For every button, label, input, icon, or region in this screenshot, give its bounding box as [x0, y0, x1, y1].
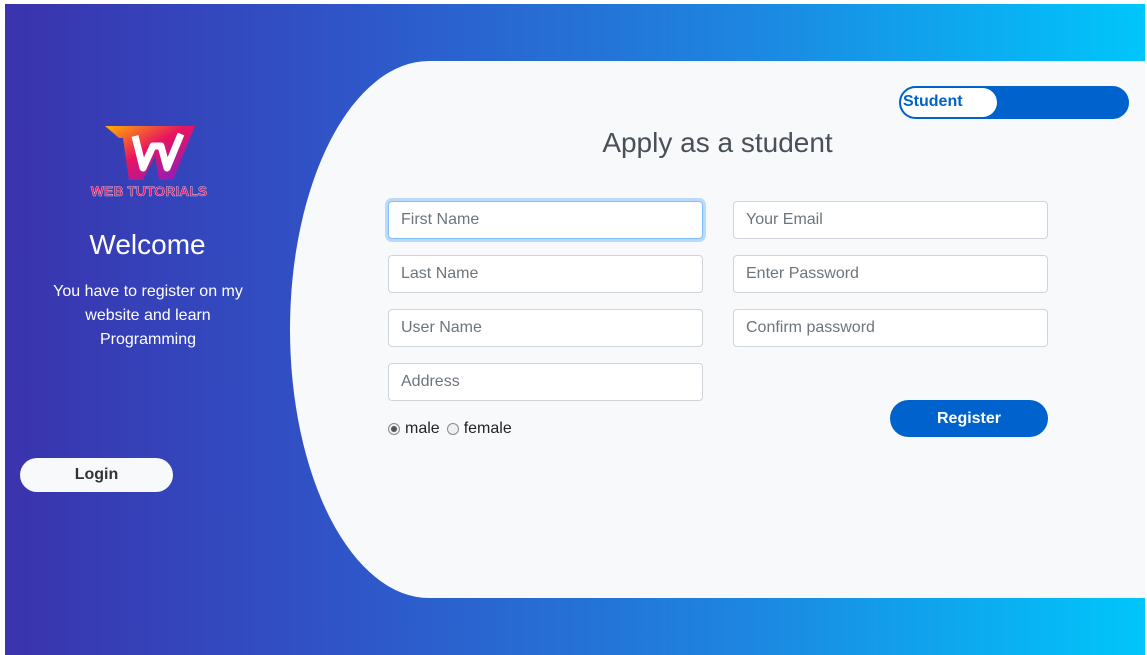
password-input[interactable]	[733, 255, 1048, 293]
gender-radio-group: male female	[388, 420, 519, 438]
last-name-input[interactable]	[388, 255, 703, 293]
page-background: WEB TUTORIALS Welcome You have to regist…	[5, 4, 1145, 655]
male-label[interactable]: male	[405, 420, 440, 438]
role-toggle[interactable]: Student	[899, 86, 1129, 119]
email-input[interactable]	[733, 201, 1048, 239]
welcome-subtitle: You have to register on my website and l…	[53, 283, 243, 348]
confirm-password-input[interactable]	[733, 309, 1048, 347]
first-name-input[interactable]	[388, 201, 703, 239]
login-button[interactable]: Login	[20, 458, 173, 492]
logo-text: WEB TUTORIALS	[91, 183, 207, 199]
form-heading: Apply as a student	[602, 127, 833, 158]
registration-card: Student Apply as a student male female R…	[290, 61, 1145, 598]
female-label[interactable]: female	[464, 420, 512, 438]
web-tutorials-logo: WEB TUTORIALS	[91, 126, 207, 199]
female-radio[interactable]	[446, 423, 459, 435]
address-input[interactable]	[388, 363, 703, 401]
welcome-panel: WEB TUTORIALS Welcome You have to regist…	[5, 4, 295, 655]
register-button[interactable]: Register	[890, 400, 1048, 437]
welcome-title: Welcome	[89, 229, 206, 260]
male-radio[interactable]	[388, 423, 400, 435]
user-name-input[interactable]	[388, 309, 703, 347]
toggle-label-student[interactable]: Student	[903, 93, 963, 111]
